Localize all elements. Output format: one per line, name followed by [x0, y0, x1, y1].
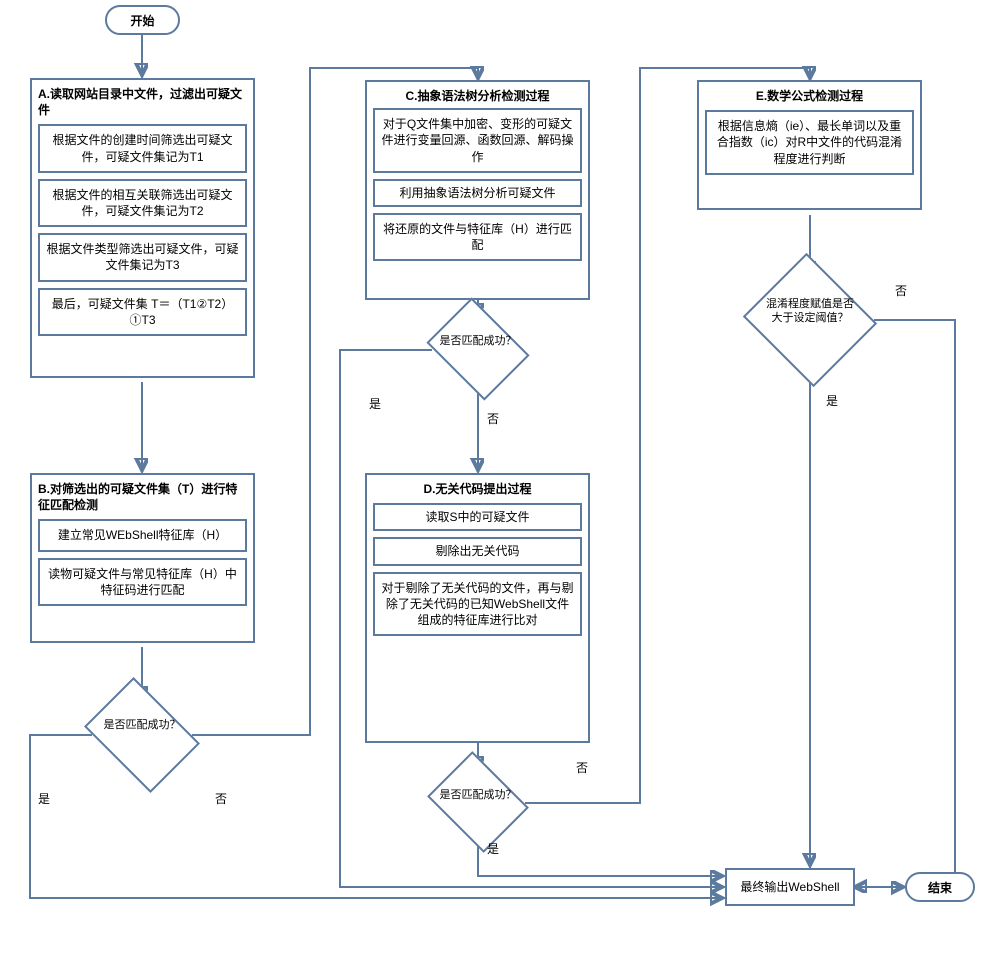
step-c1: 对于Q文件集中加密、变形的可疑文件进行变量回源、函数回源、解码操作	[373, 108, 582, 173]
group-c: C.抽象语法树分析检测过程 对于Q文件集中加密、变形的可疑文件进行变量回源、函数…	[365, 80, 590, 300]
step-d3: 对于剔除了无关代码的文件，再与剔除了无关代码的已知WebShell文件组成的特征…	[373, 572, 582, 637]
end-label: 结束	[928, 879, 952, 896]
step-e1: 根据信息熵（ie）、最长单词以及重合指数（ic）对R中文件的代码混淆程度进行判断	[705, 110, 914, 175]
output-box: 最终输出WebShell	[725, 868, 855, 906]
label-b-yes: 是	[38, 790, 50, 807]
decision-d-text: 是否匹配成功？	[438, 786, 518, 802]
group-a-title: A.读取网站目录中文件，过滤出可疑文件	[38, 86, 247, 118]
step-d1: 读取S中的可疑文件	[373, 503, 582, 531]
decision-d	[427, 751, 529, 853]
decision-b-text: 是否匹配成功？	[96, 716, 188, 732]
label-d-no: 否	[576, 759, 588, 776]
group-d-title: D.无关代码提出过程	[373, 481, 582, 497]
step-c3: 将还原的文件与特征库（H）进行匹配	[373, 213, 582, 261]
output-text: 最终输出WebShell	[740, 879, 839, 895]
label-d-yes: 是	[487, 840, 499, 857]
step-a1: 根据文件的创建时间筛选出可疑文件，可疑文件集记为T1	[38, 124, 247, 172]
decision-e-text: 混淆程度赋值是否大于设定阈值？	[761, 298, 859, 326]
decision-b	[84, 677, 200, 793]
step-d2: 剔除出无关代码	[373, 537, 582, 565]
label-e-no: 否	[895, 282, 907, 299]
label-b-no: 否	[215, 790, 227, 807]
group-a: A.读取网站目录中文件，过滤出可疑文件 根据文件的创建时间筛选出可疑文件，可疑文…	[30, 78, 255, 378]
start-terminal: 开始	[105, 5, 180, 35]
group-e-title: E.数学公式检测过程	[705, 88, 914, 104]
start-label: 开始	[130, 12, 154, 29]
step-a2: 根据文件的相互关联筛选出可疑文件，可疑文件集记为T2	[38, 179, 247, 227]
group-b: B.对筛选出的可疑文件集（T）进行特征匹配检测 建立常见WEbShell特征库（…	[30, 473, 255, 643]
step-c2: 利用抽象语法树分析可疑文件	[373, 179, 582, 207]
group-e: E.数学公式检测过程 根据信息熵（ie）、最长单词以及重合指数（ic）对R中文件…	[697, 80, 922, 210]
group-c-title: C.抽象语法树分析检测过程	[373, 88, 582, 104]
label-c-yes: 是	[369, 395, 381, 412]
step-a3: 根据文件类型筛选出可疑文件，可疑文件集记为T3	[38, 233, 247, 281]
group-d: D.无关代码提出过程 读取S中的可疑文件 剔除出无关代码 对于剔除了无关代码的文…	[365, 473, 590, 743]
end-terminal: 结束	[905, 872, 975, 902]
step-b2: 读物可疑文件与常见特征库（H）中特征码进行匹配	[38, 558, 247, 606]
label-c-no: 否	[487, 410, 499, 427]
step-a4: 最后，可疑文件集 T＝（T1②T2）①T3	[38, 288, 247, 336]
decision-c	[426, 297, 529, 400]
group-b-title: B.对筛选出的可疑文件集（T）进行特征匹配检测	[38, 481, 247, 513]
label-e-yes: 是	[826, 392, 838, 409]
decision-c-text: 是否匹配成功？	[438, 332, 518, 348]
step-b1: 建立常见WEbShell特征库（H）	[38, 519, 247, 551]
